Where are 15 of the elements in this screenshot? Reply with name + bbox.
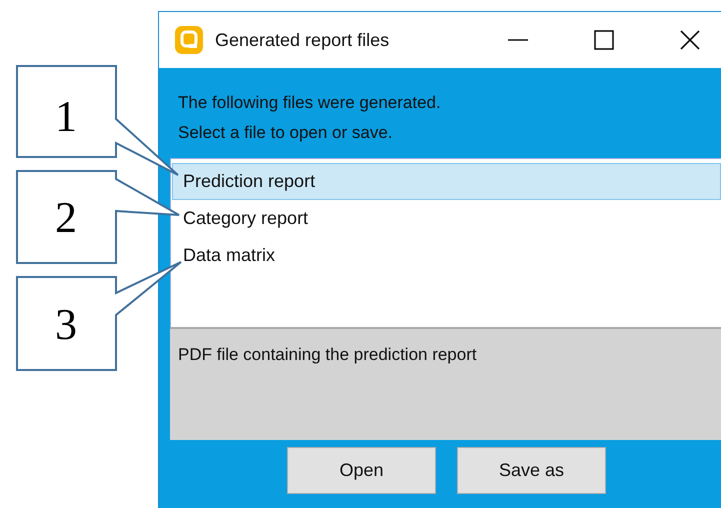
- instruction-text: The following files were generated.: [178, 92, 442, 114]
- description-text: PDF file containing the prediction report: [178, 345, 477, 364]
- file-list-item[interactable]: Data matrix: [172, 237, 721, 274]
- file-list-item[interactable]: Prediction report: [172, 163, 721, 200]
- app-logo-icon: [174, 25, 204, 55]
- callout-number: 3: [55, 300, 77, 349]
- dialog-button[interactable]: Save as: [457, 447, 606, 494]
- callout-number: 2: [55, 193, 77, 242]
- file-list-item[interactable]: Category report: [172, 200, 721, 237]
- maximize-icon[interactable]: [594, 30, 614, 50]
- dialog-button[interactable]: Open: [287, 447, 436, 494]
- close-icon[interactable]: [680, 30, 700, 50]
- instruction-text: Select a file to open or save.: [178, 122, 394, 144]
- callout-number: 1: [55, 92, 77, 141]
- window-title: Generated report files: [215, 30, 390, 50]
